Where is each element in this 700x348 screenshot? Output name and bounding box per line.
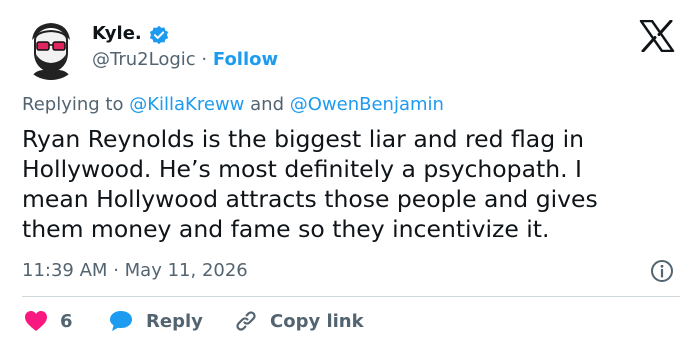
- mention-killakreww[interactable]: @KillaKreww: [129, 94, 244, 115]
- info-icon[interactable]: [650, 259, 674, 283]
- author-handle-line: @Tru2Logic · Follow: [92, 49, 278, 70]
- tweet-date[interactable]: May 11, 2026: [125, 260, 248, 281]
- avatar-illustration: [30, 23, 72, 80]
- link-icon: [236, 311, 256, 331]
- heart-icon: [25, 311, 47, 331]
- tweet-timestamp[interactable]: 11:39 AM · May 11, 2026: [22, 260, 248, 281]
- divider: [22, 296, 680, 297]
- reply-button[interactable]: Reply: [108, 307, 203, 335]
- x-logo-icon[interactable]: [639, 19, 675, 53]
- follow-button[interactable]: Follow: [213, 49, 278, 70]
- reply-prefix: Replying to: [22, 94, 124, 115]
- copy-link-button[interactable]: Copy link: [234, 307, 364, 335]
- timestamp-separator: ·: [113, 260, 119, 281]
- like-count: 6: [60, 310, 73, 332]
- verified-badge-icon: [149, 25, 169, 45]
- copy-link-label: Copy link: [270, 310, 364, 332]
- tweet-time[interactable]: 11:39 AM: [22, 260, 107, 281]
- author-name[interactable]: Kyle.: [92, 23, 142, 44]
- reply-context: Replying to @KillaKreww and @OwenBenjami…: [22, 94, 444, 115]
- author-handle[interactable]: @Tru2Logic: [92, 49, 196, 70]
- reply-label: Reply: [146, 310, 203, 332]
- handle-separator: ·: [201, 49, 208, 70]
- tweet-text: Ryan Reynolds is the biggest liar and re…: [22, 125, 598, 243]
- avatar[interactable]: [20, 18, 82, 80]
- reply-conjunction: and: [250, 94, 284, 115]
- mention-owenbenjamin[interactable]: @OwenBenjamin: [290, 94, 444, 115]
- like-button[interactable]: 6: [24, 307, 73, 335]
- speech-bubble-icon: [110, 311, 132, 331]
